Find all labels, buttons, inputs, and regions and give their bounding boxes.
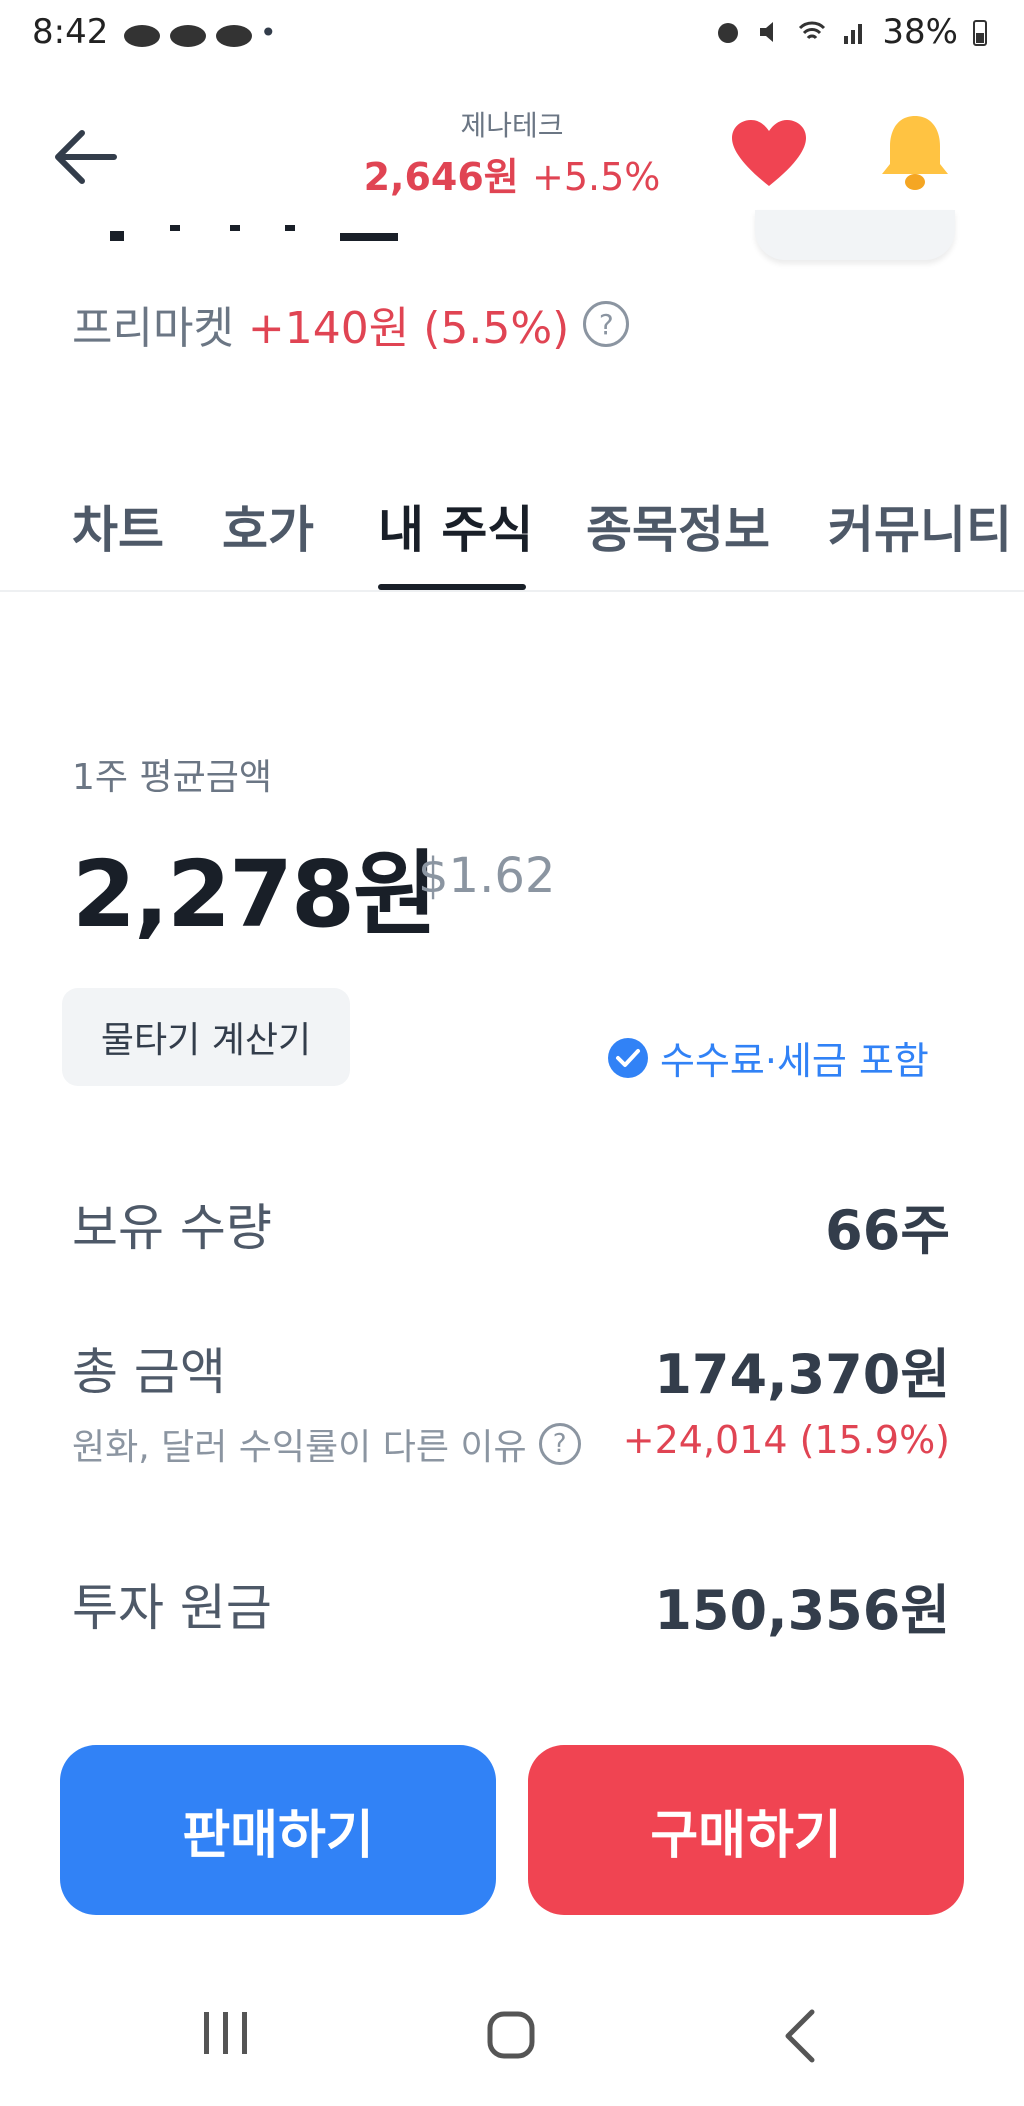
chart-toggle-remnant [755, 210, 955, 260]
home-icon[interactable] [486, 2010, 536, 2060]
principal-value: 150,356원 [654, 1579, 950, 1642]
header-price: 2,646원 +5.5% [0, 146, 1024, 201]
total-amount-value: 174,370원 [654, 1343, 950, 1406]
header-stock-name: 제나테크 [460, 109, 564, 142]
quantity-value: 66주 [825, 1199, 950, 1262]
total-amount-label: 총 금액 [72, 1343, 226, 1401]
premarket-label: 프리마켓 [72, 303, 234, 354]
check-circle-icon [608, 1037, 648, 1078]
battery-icon [973, 20, 987, 46]
premarket-change: +140원 (5.5%) [247, 303, 570, 354]
nav-back-icon[interactable] [782, 2008, 818, 2064]
profit-value: +24,014 (15.9%) [622, 1418, 950, 1462]
status-dot: • [260, 16, 277, 49]
fee-tax-label: 수수료·세금 포함 [660, 1039, 929, 1083]
tab-stock-info[interactable]: 종목정보 [586, 490, 770, 562]
return-difference-info[interactable]: 원화, 달러 수익률이 다른 이유 ? [72, 1418, 581, 1470]
status-right: 38% [714, 12, 988, 52]
battery-percent: 38% [882, 12, 958, 52]
avg-price-value: 2,278원 [72, 841, 438, 948]
alarm-icon [718, 23, 739, 43]
tab-my-stock[interactable]: 내 주식 [378, 490, 533, 562]
fee-tax-toggle[interactable]: 수수료·세금 포함 [606, 1030, 929, 1085]
signal-icon [844, 24, 863, 44]
buy-button[interactable]: 구매하기 [528, 1745, 964, 1915]
status-notification-icons: • [122, 18, 277, 48]
header-price-value: 2,646원 [363, 155, 519, 199]
avg-price-usd: $1.62 [418, 848, 556, 904]
scrolled-price-remnant [110, 225, 398, 241]
bell-icon[interactable] [878, 112, 952, 194]
help-icon: ? [538, 1423, 581, 1465]
recents-icon[interactable] [198, 2010, 254, 2056]
sell-button[interactable]: 판매하기 [60, 1745, 496, 1915]
cloud-icon [170, 25, 206, 47]
header-price-change: +5.5% [532, 155, 661, 199]
status-time: 8:42 [32, 12, 109, 52]
averaging-calculator-button[interactable]: 물타기 계산기 [62, 988, 350, 1086]
avg-price-label: 1주 평균금액 [72, 757, 272, 798]
help-icon[interactable]: ? [583, 301, 630, 347]
heart-icon[interactable] [730, 118, 808, 190]
wifi-icon [799, 21, 826, 40]
tab-community[interactable]: 커뮤니티 [828, 490, 1012, 562]
cloud-icon [216, 25, 252, 47]
quantity-label: 보유 수량 [72, 1199, 272, 1257]
cloud-icon [124, 25, 160, 47]
premarket-row: 프리마켓 +140원 (5.5%) ? [72, 292, 630, 356]
tab-active-indicator [378, 584, 526, 590]
mute-icon [760, 22, 774, 42]
principal-label: 투자 원금 [72, 1579, 272, 1637]
tab-orderbook[interactable]: 호가 [222, 490, 314, 562]
tab-chart[interactable]: 차트 [72, 490, 164, 562]
return-difference-label: 원화, 달러 수익률이 다른 이유 [72, 1427, 527, 1468]
tab-bar: 차트 호가 내 주식 종목정보 커뮤니티 [0, 480, 1024, 592]
